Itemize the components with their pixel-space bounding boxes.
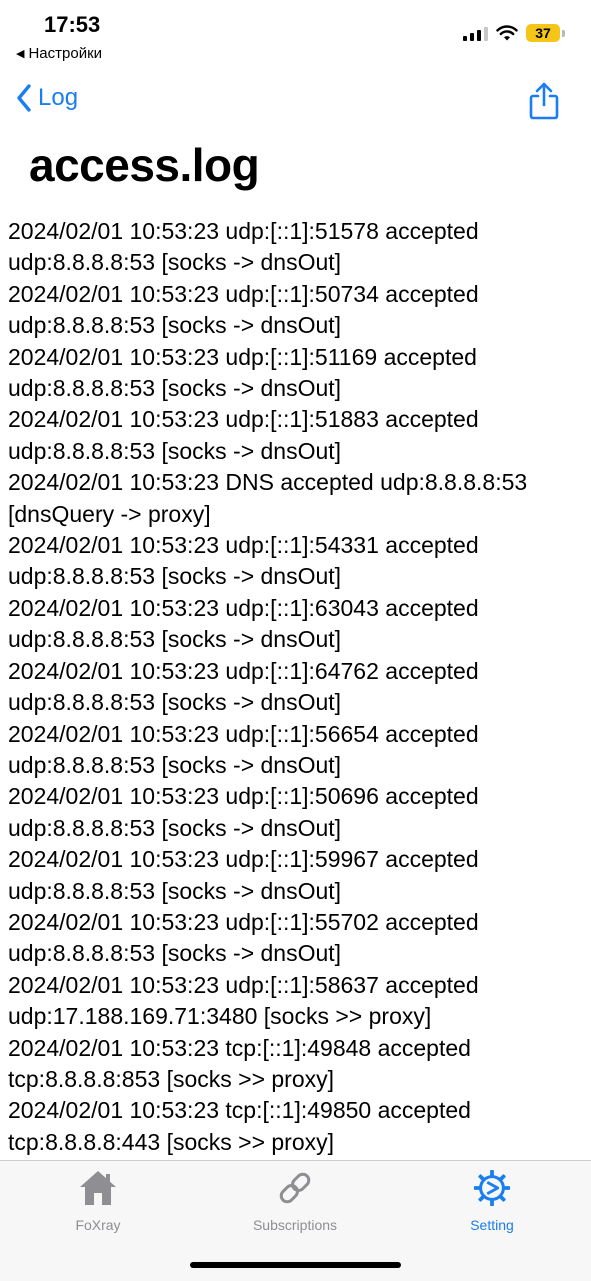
log-entry-line: udp:8.8.8.8:53 [socks -> dnsOut] [8, 689, 342, 716]
log-entry-line: tcp:8.8.8.8:853 [socks >> proxy] [8, 1065, 335, 1092]
log-entry-line: udp:8.8.8.8:53 [socks -> dnsOut] [8, 814, 342, 841]
log-entry-line: udp:17.188.169.71:3480 [socks >> proxy] [8, 1003, 432, 1030]
log-view[interactable]: 2024/02/01 10:53:23 udp:[::1]:51578 acce… [8, 216, 588, 1158]
log-entry: 2024/02/01 10:53:23 tcp:[::1]:49850 acce… [8, 1095, 588, 1158]
back-to-app-button[interactable]: ◀ Настройки [16, 45, 102, 62]
status-bar: 17:53 ◀ Настройки 37 [0, 0, 591, 70]
log-entry-line: udp:8.8.8.8:53 [socks -> dnsOut] [8, 312, 342, 339]
home-indicator [190, 1262, 401, 1268]
log-entry: 2024/02/01 10:53:23 udp:[::1]:55702 acce… [8, 907, 588, 970]
tab-subscriptions[interactable]: Subscriptions [215, 1169, 375, 1233]
status-time: 17:53 [44, 12, 101, 37]
tab-label-subscriptions: Subscriptions [252, 1217, 338, 1233]
nav-back-label: Log [38, 84, 79, 111]
log-entry-line: udp:8.8.8.8:53 [socks -> dnsOut] [8, 751, 342, 778]
log-entry: 2024/02/01 10:53:23 udp:[::1]:50734 acce… [8, 279, 588, 342]
share-button[interactable] [528, 82, 560, 125]
log-entry-line: udp:8.8.8.8:53 [socks -> dnsOut] [8, 940, 342, 967]
log-entry: 2024/02/01 10:53:23 udp:[::1]:59967 acce… [8, 844, 588, 907]
tab-setting[interactable]: Setting [412, 1169, 572, 1233]
log-entry-line: 2024/02/01 10:53:23 udp:[::1]:50734 acce… [8, 280, 479, 307]
log-entry: 2024/02/01 10:53:23 udp:[::1]:63043 acce… [8, 593, 588, 656]
log-entry-line: 2024/02/01 10:53:23 udp:[::1]:63043 acce… [8, 594, 479, 621]
tab-label-foxray: FoXray [75, 1217, 121, 1233]
log-entry-line: udp:8.8.8.8:53 [socks -> dnsOut] [8, 877, 342, 904]
log-entry-line: 2024/02/01 10:53:23 udp:[::1]:51883 acce… [8, 406, 479, 433]
log-entry: 2024/02/01 10:53:23 udp:[::1]:58637 acce… [8, 970, 588, 1033]
log-entry: 2024/02/01 10:53:23 udp:[::1]:54331 acce… [8, 530, 588, 593]
log-entry-line: 2024/02/01 10:53:23 udp:[::1]:59967 acce… [8, 846, 479, 873]
log-entry: 2024/02/01 10:53:23 udp:[::1]:56654 acce… [8, 719, 588, 782]
log-entry-line: 2024/02/01 10:53:23 DNS accepted udp:8.8… [8, 469, 528, 496]
log-entry-line: udp:8.8.8.8:53 [socks -> dnsOut] [8, 437, 342, 464]
tab-label-setting: Setting [470, 1217, 514, 1233]
log-entry-line: 2024/02/01 10:53:23 udp:[::1]:51169 acce… [8, 343, 477, 370]
log-entry: 2024/02/01 10:53:23 udp:[::1]:50696 acce… [8, 781, 588, 844]
nav-back-button[interactable]: Log [16, 84, 78, 112]
log-entry-line: 2024/02/01 10:53:23 udp:[::1]:55702 acce… [8, 908, 479, 935]
log-entry-line: udp:8.8.8.8:53 [socks -> dnsOut] [8, 626, 342, 653]
battery-tip [562, 29, 565, 37]
share-icon [529, 82, 559, 120]
log-entry-line: 2024/02/01 10:53:23 udp:[::1]:64762 acce… [8, 657, 479, 684]
log-entry-line: 2024/02/01 10:53:23 udp:[::1]:54331 acce… [8, 532, 479, 559]
log-entry: 2024/02/01 10:53:23 udp:[::1]:51883 acce… [8, 404, 588, 467]
log-entry-line: udp:8.8.8.8:53 [socks -> dnsOut] [8, 249, 342, 276]
back-app-label: Настройки [28, 45, 103, 62]
wifi-icon [496, 25, 518, 41]
log-entry: 2024/02/01 10:53:23 DNS accepted udp:8.8… [8, 467, 588, 530]
log-entry: 2024/02/01 10:53:23 udp:[::1]:51169 acce… [8, 342, 588, 405]
log-entry: 2024/02/01 10:53:23 udp:[::1]:51578 acce… [8, 216, 588, 279]
log-entry-line: [dnsQuery -> proxy] [8, 500, 211, 527]
back-triangle-icon: ◀ [16, 48, 25, 60]
log-entry: 2024/02/01 10:53:23 udp:[::1]:64762 acce… [8, 656, 588, 719]
battery-icon: 37 [526, 24, 560, 42]
log-entry-line: 2024/02/01 10:53:23 tcp:[::1]:49848 acce… [8, 1034, 471, 1061]
log-entry-line: udp:8.8.8.8:53 [socks -> dnsOut] [8, 563, 342, 590]
link-icon [279, 1172, 311, 1204]
status-icons: 37 [463, 24, 565, 42]
log-entry-line: udp:8.8.8.8:53 [socks -> dnsOut] [8, 375, 342, 402]
log-entry-line: 2024/02/01 10:53:23 udp:[::1]:51578 acce… [8, 218, 479, 244]
tab-foxray[interactable]: FoXray [18, 1169, 178, 1233]
log-entry-line: 2024/02/01 10:53:23 udp:[::1]:56654 acce… [8, 720, 479, 747]
log-entry-line: 2024/02/01 10:53:23 udp:[::1]:50696 acce… [8, 783, 479, 810]
log-entry-line: 2024/02/01 10:53:23 udp:[::1]:58637 acce… [8, 971, 479, 998]
log-entry-line: tcp:8.8.8.8:443 [socks >> proxy] [8, 1128, 335, 1155]
page-title: access.log [29, 139, 260, 191]
cellular-signal-icon [463, 25, 488, 41]
log-entry-line: 2024/02/01 10:53:23 tcp:[::1]:49850 acce… [8, 1097, 471, 1124]
gear-icon [473, 1169, 511, 1207]
log-entry: 2024/02/01 10:53:23 tcp:[::1]:49848 acce… [8, 1033, 588, 1096]
chevron-left-icon [17, 84, 31, 112]
home-icon [80, 1171, 116, 1205]
